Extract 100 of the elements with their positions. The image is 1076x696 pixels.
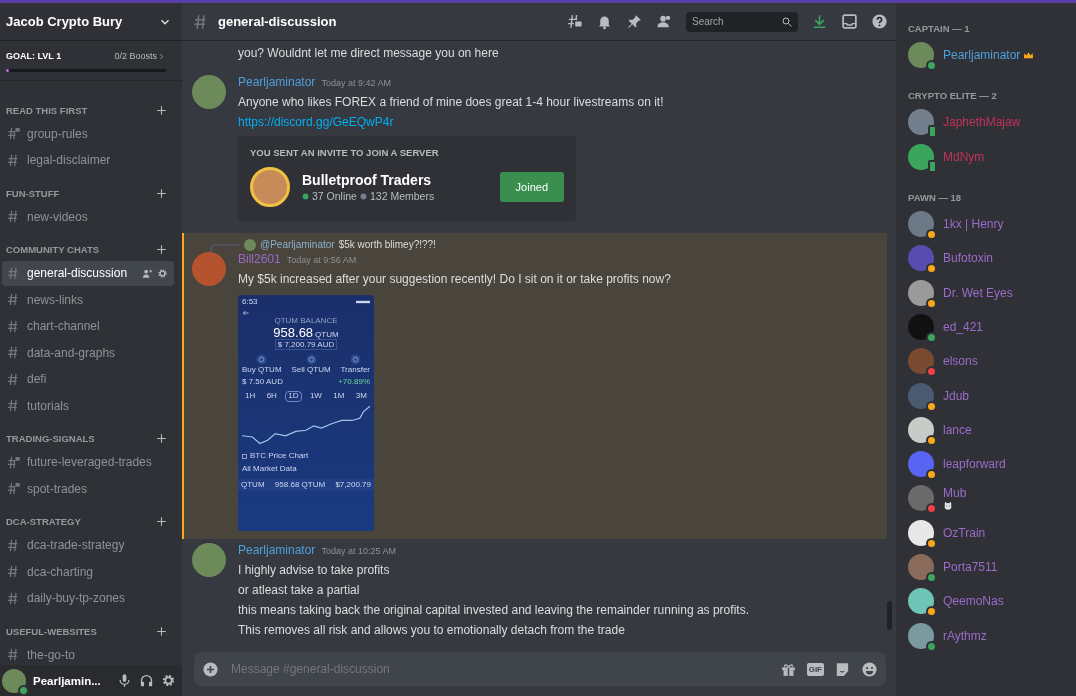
channel-item[interactable]: data-and-graphs [2,340,174,365]
gif-button[interactable]: GIF [806,662,824,676]
action-label: Buy QTUM [242,365,282,375]
member-name: Bufotoxin [943,251,994,266]
range-label: 1W [308,391,323,403]
message-text: This removes all risk and allows you to emotionally detach from the trade [238,622,625,639]
member-name: elsons [943,354,978,369]
server-name: Bulletproof Traders [302,172,433,188]
category-header[interactable]: FUN-STUFF [6,187,155,199]
server-icon [250,167,290,207]
member-item[interactable]: leapforward [908,446,1070,482]
member-item[interactable]: JaphethMajaw [908,105,1070,140]
online-count: 37 Online [312,190,357,202]
member-item[interactable]: Porta7511 [908,549,1070,585]
toggle-label: BTC Price Chart [250,452,309,461]
category-header[interactable]: USEFUL-WEBSITES [6,625,155,637]
member-name: JaphethMajaw [943,115,1021,130]
channel-item[interactable]: legal-disclaimer [2,147,174,173]
online-dot-icon [302,192,309,200]
channel-item[interactable]: future-leveraged-trades [2,449,174,475]
category-header[interactable]: DCA-STRATEGY [6,516,155,527]
message-text: My $5k increased after your suggestion recently! Do I sit on it or take profits now? [238,271,671,288]
range-label: 1D [285,391,302,403]
channel-item[interactable]: group-rules [2,121,174,146]
plus-icon[interactable] [155,103,168,117]
chevron-right-icon[interactable] [157,51,166,61]
category-header[interactable]: READ THIS FIRST [6,104,155,116]
channel-item[interactable]: dca-charting [2,559,174,584]
message-text: this means taking back the original capital invested and leaving the remainder running as profits. [238,602,749,619]
market-data-label: All Market Data [242,464,298,474]
price-label: $ 7.50 AUD [242,378,283,388]
joined-button[interactable]: Joined [499,172,564,202]
scrollbar[interactable] [887,601,892,630]
timestamp: Today at 10:25 AM [321,546,396,556]
reply-mention[interactable]: @Pearljaminator [260,239,335,250]
plus-icon[interactable] [155,432,168,445]
user-avatar[interactable] [192,75,226,109]
threads-icon[interactable] [566,13,583,30]
channel-item[interactable]: chart-channel [2,313,174,339]
action-circle-icon [256,353,268,365]
sticker-icon[interactable] [834,660,851,678]
author-name[interactable]: Pearljaminator [238,543,316,557]
member-item[interactable]: MdNym [908,139,1070,174]
member-item[interactable]: Mub [908,481,1070,516]
range-label: 1M [332,391,346,403]
channel-item[interactable]: defi [2,366,174,392]
member-item[interactable]: lance [908,412,1070,447]
member-name: 1kx | Henry [943,217,1004,232]
inbox-icon[interactable] [841,13,858,30]
user-avatar[interactable] [192,543,226,577]
channel-item[interactable]: the-go-to [2,642,174,665]
user-avatar[interactable] [2,668,26,693]
category-header[interactable]: COMMUNITY CHATS [6,244,155,255]
plus-icon[interactable] [155,243,168,256]
member-item[interactable]: Jdub [908,378,1070,413]
boosts-link[interactable]: 0/2 Boosts [114,51,157,61]
channel-item[interactable]: news-links [2,287,174,312]
headphones-icon[interactable] [139,673,154,688]
member-item[interactable]: ed_421 [908,309,1070,345]
emoji-icon[interactable] [861,660,878,678]
add-member-icon[interactable] [142,267,153,279]
category-header[interactable]: TRADING-SIGNALS [6,433,155,444]
reply-preview: $5k worth blimey?!??! [338,239,436,250]
range-label: 1H [244,391,257,403]
download-icon[interactable] [811,13,828,30]
author-name[interactable]: Bill2601 [238,252,281,266]
member-item[interactable]: QeemoNas [908,584,1070,619]
pin-icon[interactable] [626,13,643,30]
channel-item[interactable]: daily-buy-tp-zones [2,585,174,611]
channel-item[interactable]: general-discussion [2,260,174,286]
invite-link[interactable]: https://discord.gg/GeEQwP4r [238,112,394,132]
reply-connector [210,244,240,252]
microphone-icon[interactable] [117,673,132,688]
phone-screenshot[interactable]: 6:53 QTUM BALANCE 958.68 QTUM $ 7,200.79 AUD Buy QTUM Sell QTUM Transfer $ 7.50 AUD +70.89% 1H 6H 1D 1W 1M 3M BTC Price Chart All Market Data QTUM 958.68 QTUM $7,200.79 [238,295,374,531]
members-icon[interactable] [656,13,673,30]
channel-item[interactable]: spot-trades [2,476,174,501]
author-name[interactable]: Pearljaminator [238,75,316,89]
member-item[interactable]: OzTrain [908,515,1070,550]
member-name: OzTrain [943,525,986,540]
settings-icon[interactable] [157,267,168,279]
channel-item[interactable]: tutorials [2,393,174,418]
member-name: MdNym [943,149,985,164]
settings-icon[interactable] [161,673,176,688]
plus-icon[interactable] [155,624,168,638]
member-item[interactable]: elsons [908,344,1070,379]
search-field[interactable]: Search [686,11,798,32]
phone-clock: 6:53 [242,298,258,307]
add-icon[interactable] [202,660,219,678]
channel-item[interactable]: new-videos [2,204,174,229]
plus-icon[interactable] [155,186,168,200]
member-item[interactable]: Pearljaminator [908,38,1070,73]
member-name: ed_421 [943,319,984,334]
member-item[interactable]: 1kx | Henry [908,206,1070,242]
asset-value: $7,200.79 [335,480,371,490]
help-icon[interactable] [871,13,888,30]
channel-item[interactable]: dca-trade-strategy [2,532,174,558]
member-item[interactable]: rAythmz [908,618,1070,653]
plus-icon[interactable] [155,515,168,528]
member-item[interactable]: Dr. Wet Eyes [908,275,1070,310]
member-item[interactable]: Bufotoxin [908,241,1070,276]
